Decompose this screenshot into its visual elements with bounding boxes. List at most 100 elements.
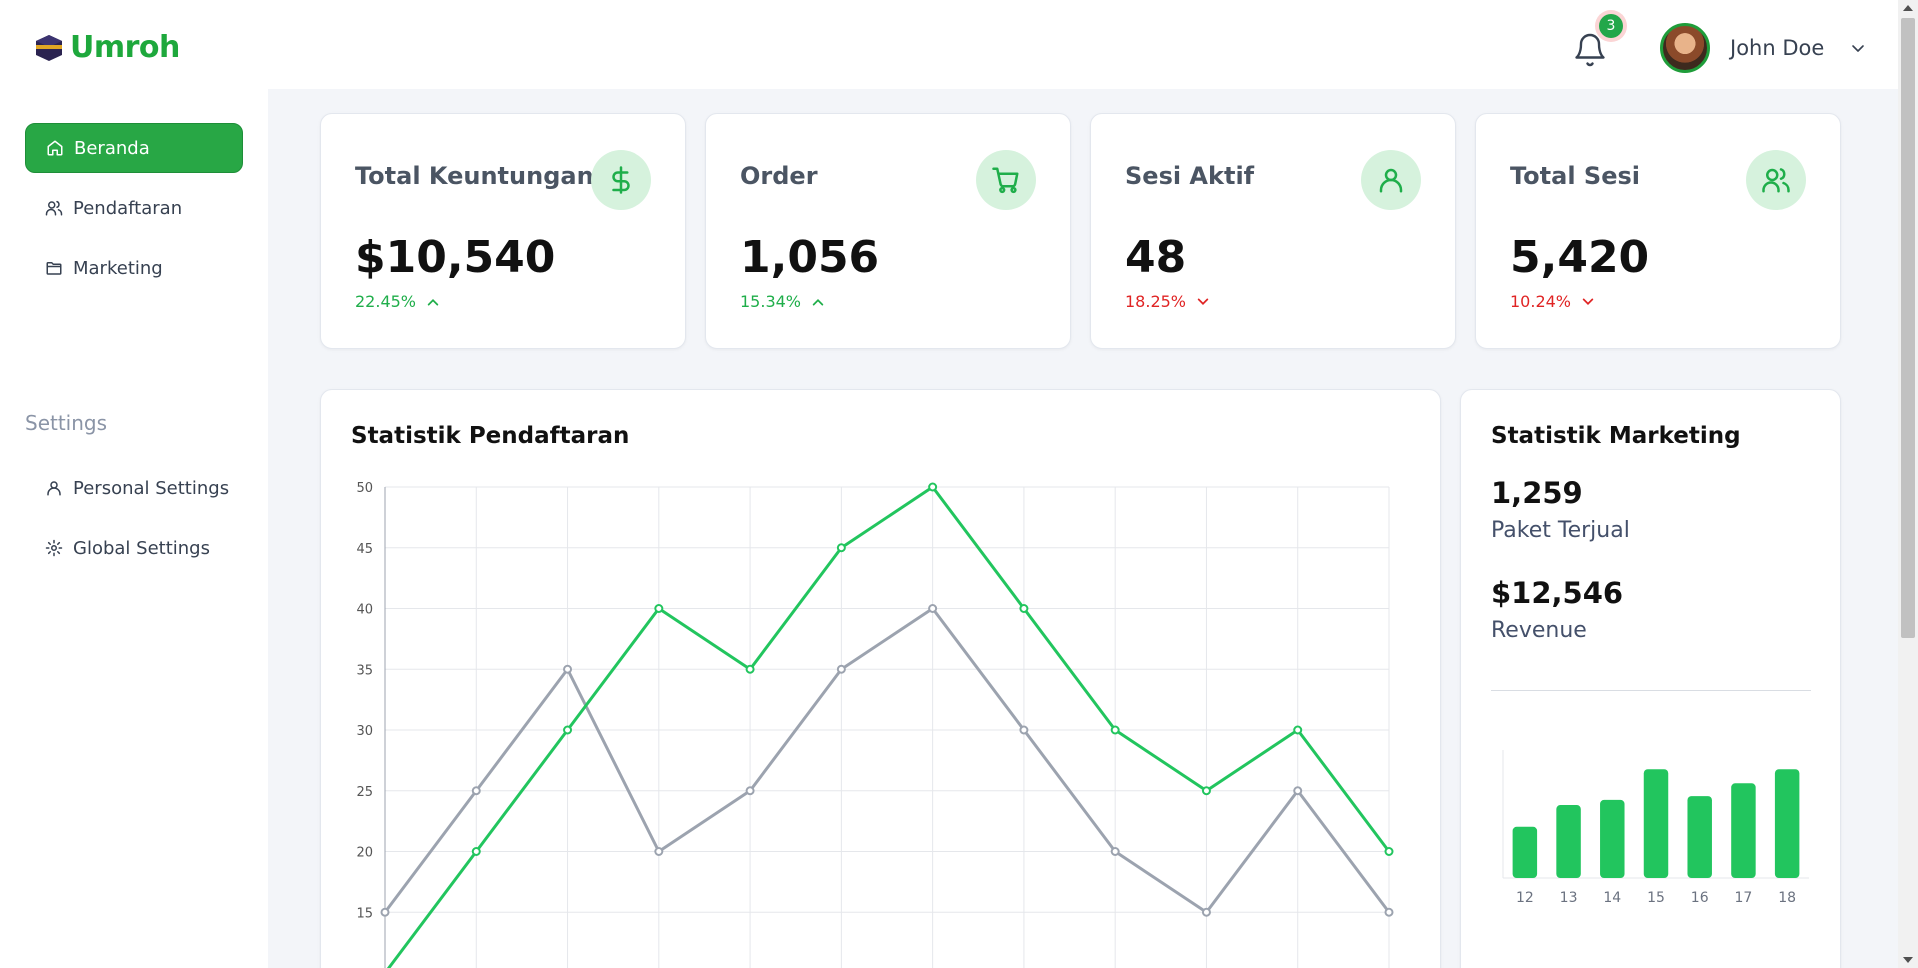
y-tick-label: 50 (356, 481, 373, 496)
sidebar-item-personal-settings[interactable]: Personal Settings (25, 463, 243, 513)
bar (1556, 805, 1581, 878)
scroll-down-arrow-icon[interactable] (1903, 957, 1913, 963)
stat-card-total-sesi: Total Sesi 5,420 10.24% (1475, 113, 1841, 349)
stat-change-percent: 18.25% (1125, 292, 1187, 311)
user-icon (1361, 150, 1421, 210)
data-point (1293, 786, 1303, 796)
data-point (1019, 604, 1029, 613)
y-tick-label: 35 (356, 663, 373, 678)
data-point (563, 725, 573, 735)
series-line (386, 485, 1391, 968)
data-point (1293, 725, 1303, 735)
sidebar-item-marketing[interactable]: Marketing (25, 243, 243, 293)
sidebar-item-label: Marketing (73, 257, 163, 279)
data-point (1384, 907, 1394, 917)
cart-icon (976, 150, 1036, 210)
data-point (1201, 786, 1211, 796)
data-point (745, 664, 755, 674)
data-point (745, 786, 755, 796)
stat-change: 18.25% (1125, 292, 1210, 311)
y-tick-label: 30 (356, 724, 373, 739)
data-point (1201, 907, 1211, 917)
bar (1600, 799, 1625, 878)
registration-line-chart: 101520253035404550 (356, 481, 1394, 968)
users-icon (1746, 150, 1806, 210)
registration-chart-card: Statistik Pendaftaran 101520253035404550 (320, 389, 1441, 968)
users-icon (45, 200, 63, 216)
stat-change-percent: 15.34% (740, 292, 802, 311)
scroll-up-arrow-icon[interactable] (1903, 5, 1913, 11)
data-point (928, 604, 938, 613)
x-tick-label: 15 (1647, 890, 1665, 906)
stat-change: 15.34% (740, 292, 825, 311)
stat-value: 5,420 (1510, 232, 1650, 283)
user-name[interactable]: John Doe (1730, 36, 1824, 60)
stat-value: 48 (1125, 232, 1187, 283)
marketing-card: Statistik Marketing 1,259 Paket Terjual … (1460, 389, 1841, 968)
bell-icon[interactable] (1572, 30, 1608, 70)
x-tick-label: 18 (1778, 890, 1796, 906)
x-tick-label: 17 (1735, 890, 1753, 906)
chevron-up-icon (812, 298, 824, 305)
data-point (1019, 725, 1029, 735)
stat-value: 1,056 (740, 232, 880, 283)
sidebar: Beranda Pendaftaran Marketing Settings P… (0, 89, 268, 968)
chevron-up-icon (427, 298, 439, 305)
sidebar-item-global-settings[interactable]: Global Settings (25, 523, 243, 573)
stat-change-percent: 10.24% (1510, 292, 1572, 311)
bar (1643, 769, 1669, 878)
dollar-icon (591, 150, 651, 210)
kaaba-icon (36, 34, 62, 61)
x-tick-label: 12 (1516, 890, 1534, 906)
sidebar-item-beranda[interactable]: Beranda (25, 123, 243, 173)
sidebar-item-label: Pendaftaran (73, 197, 183, 219)
bar (1731, 783, 1756, 878)
user-icon (47, 481, 61, 496)
stat-title: Order (740, 162, 818, 190)
series-line (383, 607, 1391, 914)
stat-card-order: Order 1,056 15.34% (705, 113, 1071, 349)
brand-name: Umroh (70, 30, 180, 65)
bar (1774, 769, 1800, 878)
top-header: Umroh 3 John Doe (0, 0, 1898, 89)
bar (1687, 796, 1712, 878)
sidebar-item-label: Global Settings (73, 537, 210, 559)
sidebar-item-pendaftaran[interactable]: Pendaftaran (25, 183, 243, 233)
gear-icon (45, 539, 63, 557)
stat-change: 22.45% (355, 292, 440, 311)
stat-change: 10.24% (1510, 292, 1595, 311)
y-tick-label: 25 (356, 785, 373, 800)
notification-badge: 3 (1599, 14, 1623, 38)
home-icon (47, 140, 63, 156)
stat-title: Sesi Aktif (1125, 162, 1255, 190)
stat-card-sesi-aktif: Sesi Aktif 48 18.25% (1090, 113, 1456, 349)
data-point (654, 604, 664, 613)
stat-value: $10,540 (355, 232, 556, 283)
sidebar-item-label: Beranda (74, 137, 150, 159)
bar (1512, 826, 1538, 878)
scrollbar-thumb[interactable] (1901, 18, 1915, 638)
data-point (654, 847, 664, 856)
settings-heading: Settings (25, 411, 108, 435)
folder-icon (46, 262, 62, 275)
data-point (836, 664, 846, 674)
data-point (836, 543, 846, 553)
y-tick-label: 15 (356, 906, 373, 921)
data-point (1384, 847, 1394, 856)
y-tick-label: 40 (356, 603, 373, 618)
chevron-down-icon[interactable] (1850, 40, 1866, 56)
x-tick-label: 14 (1603, 890, 1621, 906)
x-tick-label: 13 (1560, 890, 1578, 906)
avatar[interactable] (1660, 23, 1710, 73)
data-point (471, 786, 481, 796)
y-tick-label: 20 (356, 846, 373, 861)
data-point (1110, 725, 1120, 735)
x-tick-label: 16 (1691, 890, 1709, 906)
data-point (471, 847, 481, 856)
marketing-bar-chart: 12 13 14 15 16 17 18 (1502, 750, 1809, 906)
stat-card-total-keuntungan: Total Keuntungan $10,540 22.45% (320, 113, 686, 349)
brand-logo[interactable]: Umroh (34, 30, 180, 65)
data-point (563, 664, 573, 674)
sidebar-item-label: Personal Settings (73, 477, 230, 499)
chevron-down-icon (1582, 298, 1594, 305)
